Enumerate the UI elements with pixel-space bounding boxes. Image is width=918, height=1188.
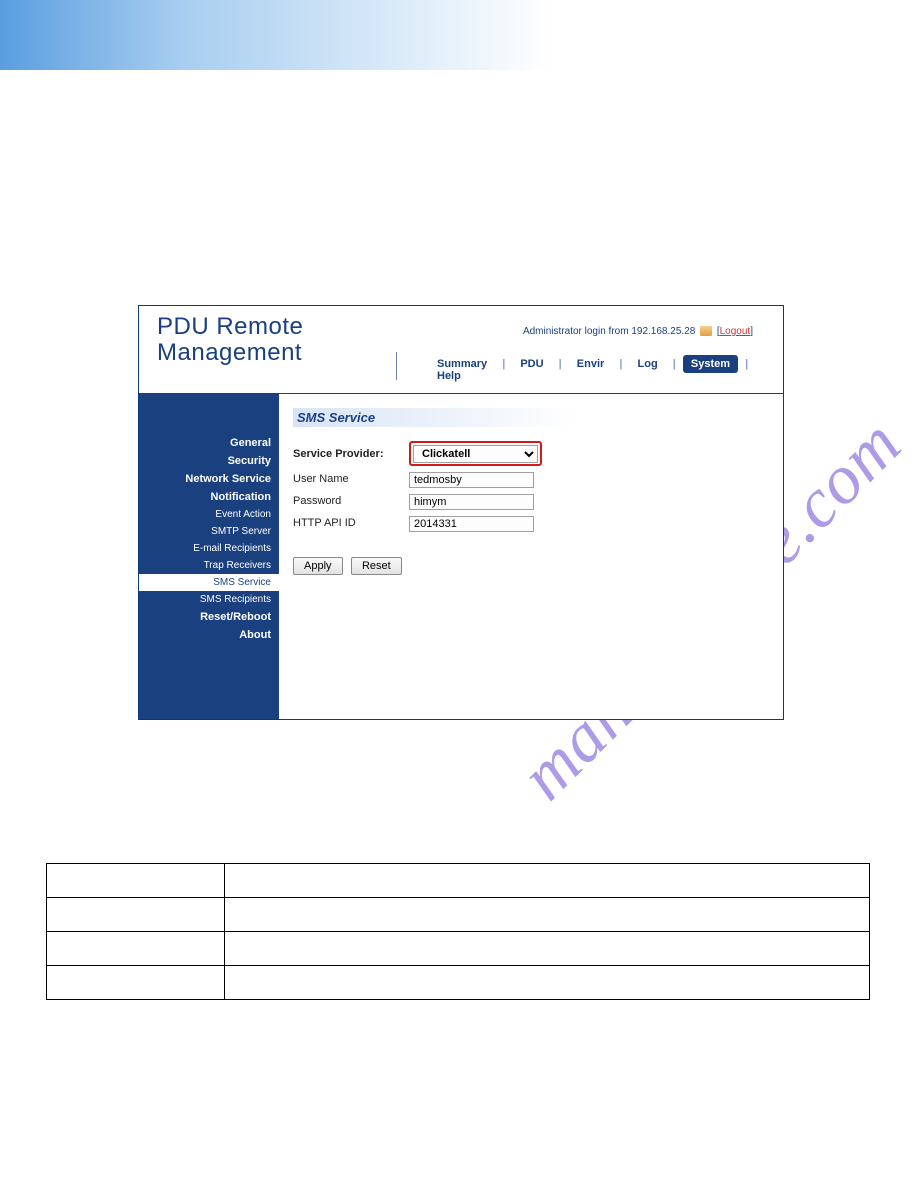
table-cell	[225, 966, 870, 1000]
sidebar-item-event-action[interactable]: Event Action	[139, 506, 279, 523]
login-info: Administrator login from 192.168.25.28 […	[523, 326, 753, 337]
nav-separator: |	[555, 358, 566, 370]
panel-title: SMS Service	[293, 408, 769, 427]
table-row	[47, 932, 870, 966]
form-row-password: Password	[293, 492, 769, 510]
table-cell	[225, 898, 870, 932]
info-table	[46, 863, 870, 1000]
service-provider-select[interactable]: Clickatell	[413, 445, 538, 463]
nav-log[interactable]: Log	[630, 355, 666, 373]
header-divider	[396, 352, 397, 380]
table-row	[47, 864, 870, 898]
app-title-line2: Management	[157, 339, 302, 366]
sidebar-item-about[interactable]: About	[139, 626, 279, 644]
main-nav: Summary | PDU | Envir | Log | System | H…	[429, 358, 783, 382]
sidebar-item-reset-reboot[interactable]: Reset/Reboot	[139, 608, 279, 626]
sidebar-item-email-recipients[interactable]: E-mail Recipients	[139, 540, 279, 557]
apply-button[interactable]: Apply	[293, 557, 343, 575]
page-banner	[0, 0, 918, 70]
password-input[interactable]	[409, 494, 534, 510]
nav-envir[interactable]: Envir	[569, 355, 613, 373]
label-password: Password	[293, 495, 409, 507]
nav-system[interactable]: System	[683, 355, 738, 373]
table-cell	[225, 864, 870, 898]
app-body: General Security Network Service Notific…	[139, 394, 783, 719]
nav-pdu[interactable]: PDU	[512, 355, 551, 373]
sidebar-item-general[interactable]: General	[139, 434, 279, 452]
table-row	[47, 966, 870, 1000]
table-cell	[47, 966, 225, 1000]
sidebar-item-sms-service[interactable]: SMS Service	[139, 574, 279, 591]
sidebar-item-security[interactable]: Security	[139, 452, 279, 470]
label-apiid: HTTP API ID	[293, 517, 409, 529]
label-username: User Name	[293, 473, 409, 485]
label-service-provider: Service Provider:	[293, 448, 409, 460]
table-cell	[47, 864, 225, 898]
app-title-line1: PDU Remote	[157, 313, 303, 340]
form-actions: Apply Reset	[293, 556, 769, 575]
logout-link[interactable]: Logout	[720, 326, 751, 337]
sidebar-item-sms-recipients[interactable]: SMS Recipients	[139, 591, 279, 608]
login-prefix: Administrator login from	[523, 326, 631, 337]
table-row	[47, 898, 870, 932]
form-row-username: User Name	[293, 470, 769, 488]
table-cell	[225, 932, 870, 966]
reset-button[interactable]: Reset	[351, 557, 402, 575]
form-row-provider: Service Provider: Clickatell	[293, 441, 769, 466]
sidebar-item-trap-receivers[interactable]: Trap Receivers	[139, 557, 279, 574]
table-cell	[47, 932, 225, 966]
sidebar: General Security Network Service Notific…	[139, 394, 279, 719]
highlight-box: Clickatell	[409, 441, 542, 466]
content-panel: SMS Service Service Provider: Clickatell…	[279, 394, 783, 719]
sidebar-item-notification[interactable]: Notification	[139, 488, 279, 506]
sidebar-item-network-service[interactable]: Network Service	[139, 470, 279, 488]
sidebar-item-smtp-server[interactable]: SMTP Server	[139, 523, 279, 540]
nav-separator: |	[498, 358, 509, 370]
app-title: PDU Remote Management	[157, 314, 303, 367]
username-input[interactable]	[409, 472, 534, 488]
app-window: PDU Remote Management Administrator logi…	[138, 305, 784, 720]
nav-separator: |	[615, 358, 626, 370]
nav-separator: |	[669, 358, 680, 370]
app-header: PDU Remote Management Administrator logi…	[139, 306, 783, 394]
user-icon	[700, 326, 712, 336]
nav-separator: |	[741, 358, 752, 370]
table-cell	[47, 898, 225, 932]
login-ip: 192.168.25.28	[631, 326, 695, 337]
nav-help[interactable]: Help	[429, 367, 469, 385]
apiid-input[interactable]	[409, 516, 534, 532]
form-row-apiid: HTTP API ID	[293, 514, 769, 532]
